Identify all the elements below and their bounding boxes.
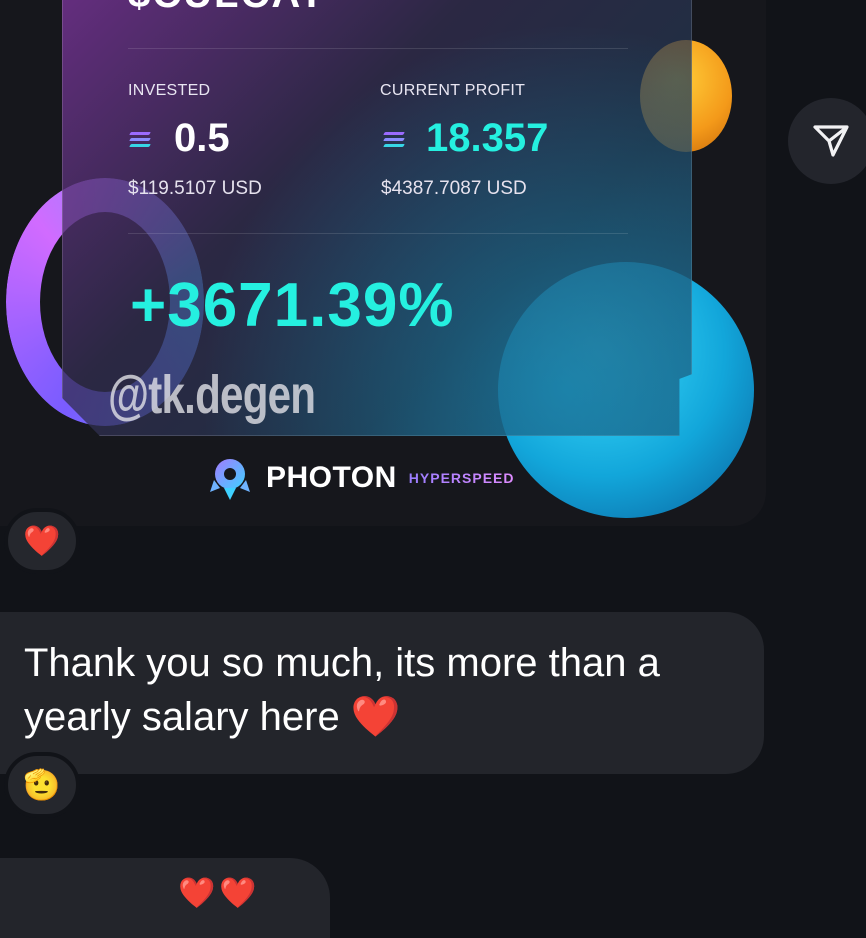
- message-text: Thank you so much, its more than a yearl…: [24, 641, 660, 739]
- profit-label: CURRENT PROFIT: [380, 82, 526, 99]
- message-bubble-next[interactable]: [0, 858, 330, 938]
- reaction-salute[interactable]: 🫡: [4, 752, 80, 818]
- invested-usd-value: $119.5107 USD: [128, 178, 262, 199]
- share-button[interactable]: [788, 98, 866, 184]
- brand-tagline: HYPERSPEED: [408, 470, 515, 486]
- profit-sol-value: 18.357: [426, 116, 549, 160]
- profit-percent: +3671.39%: [130, 271, 455, 340]
- solana-icon: [129, 132, 151, 148]
- share-icon: [813, 125, 849, 157]
- photon-logo: [208, 456, 252, 500]
- brand-name: PHOTON: [266, 461, 397, 494]
- invested-sol-value: 0.5: [174, 116, 230, 160]
- profit-usd-value: $4387.7087 USD: [381, 178, 527, 199]
- message-next-emoji: ❤️❤️: [178, 877, 261, 910]
- reaction-heart[interactable]: ❤️: [4, 508, 80, 574]
- solana-icon: [383, 132, 405, 148]
- photon-brand: PHOTON HYPERSPEED: [208, 456, 515, 500]
- divider-top: [128, 48, 628, 49]
- divider-middle: [128, 233, 628, 234]
- token-title: $CULCAT: [128, 0, 326, 17]
- invested-label: INVESTED: [128, 82, 211, 99]
- watermark: @tk.degen: [108, 365, 316, 425]
